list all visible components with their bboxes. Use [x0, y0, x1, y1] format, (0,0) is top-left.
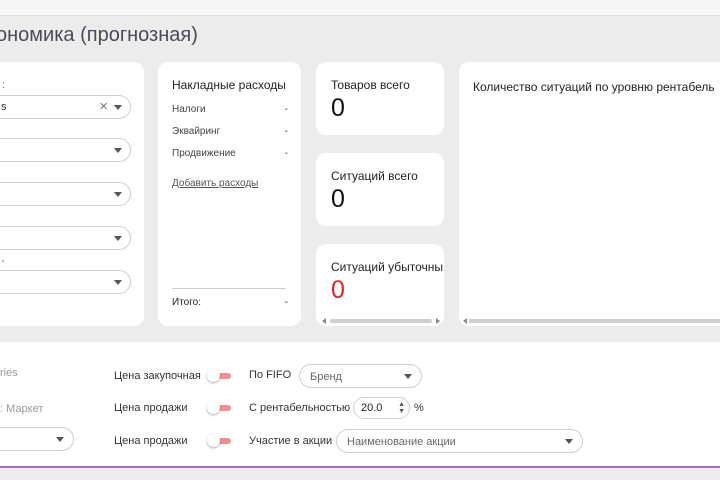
toggle-label: Цена продажи — [114, 402, 188, 414]
page-title: ономика (прогнозная) — [0, 24, 198, 46]
overhead-row-promotion: Продвижение - — [172, 148, 288, 159]
toggle-label: Цена продажи — [114, 435, 188, 447]
filters-card: : s × ' — [0, 62, 144, 326]
chevron-down-icon — [114, 236, 122, 241]
top-bar — [0, 0, 720, 16]
scroll-left-icon[interactable] — [463, 318, 467, 324]
brand-placeholder: Бренд — [310, 371, 342, 383]
overhead-total: Итого: - — [172, 297, 288, 308]
filter-label: : — [2, 80, 5, 91]
stat-label: Ситуаций убыточны — [331, 260, 444, 274]
horizontal-scrollbar[interactable] — [463, 318, 720, 324]
chevron-down-icon — [114, 148, 122, 153]
profitability-chart-card: Количество ситуаций по уровню рентабель — [459, 62, 720, 326]
stat-card-unprofitable: Ситуаций убыточны 0 — [316, 244, 444, 326]
stat-card-products: Товаров всего 0 — [316, 62, 444, 135]
overhead-total-label: Итого: — [172, 297, 201, 308]
chevron-down-icon — [56, 437, 64, 442]
overhead-row-value: - — [284, 104, 288, 115]
filter-mark: ' — [2, 259, 4, 270]
scrollbar-thumb[interactable] — [330, 319, 432, 323]
divider — [172, 288, 286, 289]
toggle-knob[interactable] — [207, 434, 220, 447]
overhead-row-acquiring: Эквайринг - — [172, 126, 288, 137]
overhead-row-label: Налоги — [172, 104, 206, 115]
toggle-sale-price[interactable] — [207, 401, 231, 414]
add-expenses-link[interactable]: Добавить расходы — [172, 178, 258, 189]
profitability-value: 20.0 — [361, 402, 383, 414]
clear-icon[interactable]: × — [99, 98, 108, 115]
brand-select[interactable]: Бренд — [299, 364, 422, 388]
promo-label: Участие в акции — [249, 435, 333, 447]
stat-value: 0 — [331, 185, 345, 213]
option-label: : Маркет — [0, 403, 44, 415]
chevron-down-icon — [114, 192, 122, 197]
profitability-input[interactable]: 20.0 ▲ ▼ — [353, 397, 410, 419]
overhead-title: Накладные расходы — [172, 78, 286, 92]
chevron-down-icon — [565, 439, 573, 444]
overhead-row-label: Продвижение — [172, 148, 236, 159]
chevron-down-icon — [114, 105, 122, 110]
filter-select-2[interactable] — [0, 138, 131, 162]
overhead-total-value: - — [284, 297, 288, 308]
chevron-down-icon — [404, 374, 412, 379]
fifo-label: По FIFO — [249, 369, 292, 381]
stat-label: Ситуаций всего — [331, 169, 418, 183]
stat-value: 0 — [331, 94, 345, 122]
overhead-row-value: - — [284, 126, 288, 137]
stat-label: Товаров всего — [331, 78, 410, 92]
scrollbar-thumb[interactable] — [469, 319, 720, 323]
filter-select-3[interactable] — [0, 182, 131, 206]
horizontal-scrollbar[interactable] — [322, 318, 440, 324]
toggle-knob[interactable] — [207, 401, 220, 414]
filter-select-1[interactable]: s × — [0, 95, 131, 119]
promo-placeholder: Наименование акции — [347, 436, 456, 448]
overhead-row-label: Эквайринг — [172, 126, 221, 137]
promo-select[interactable]: Наименование акции — [336, 429, 583, 453]
profitability-label: С рентабельностью — [249, 402, 351, 414]
toggle-knob[interactable] — [207, 369, 220, 382]
overhead-card: Накладные расходы Налоги - Эквайринг - П… — [158, 62, 301, 326]
chevron-down-icon — [114, 280, 122, 285]
chart-title: Количество ситуаций по уровню рентабель — [473, 80, 715, 94]
filter-select-5[interactable] — [0, 270, 131, 294]
percent-unit: % — [414, 402, 424, 414]
left-select[interactable] — [0, 427, 74, 451]
stat-value-negative: 0 — [331, 276, 345, 304]
toggle-label: Цена закупочная — [114, 370, 201, 382]
option-label: ries — [0, 367, 18, 379]
scroll-right-icon[interactable] — [436, 318, 440, 324]
overhead-row-value: - — [284, 148, 288, 159]
toggle-sale-price-2[interactable] — [207, 434, 231, 447]
filter-select-value: s — [1, 101, 7, 113]
stepper-icon[interactable]: ▲ ▼ — [398, 401, 405, 415]
stat-card-situations: Ситуаций всего 0 — [316, 153, 444, 226]
page-background — [0, 468, 720, 480]
toggle-purchase-price[interactable] — [207, 369, 231, 382]
scroll-left-icon[interactable] — [322, 318, 326, 324]
overhead-row-taxes: Налоги - — [172, 104, 288, 115]
filter-select-4[interactable] — [0, 226, 131, 250]
